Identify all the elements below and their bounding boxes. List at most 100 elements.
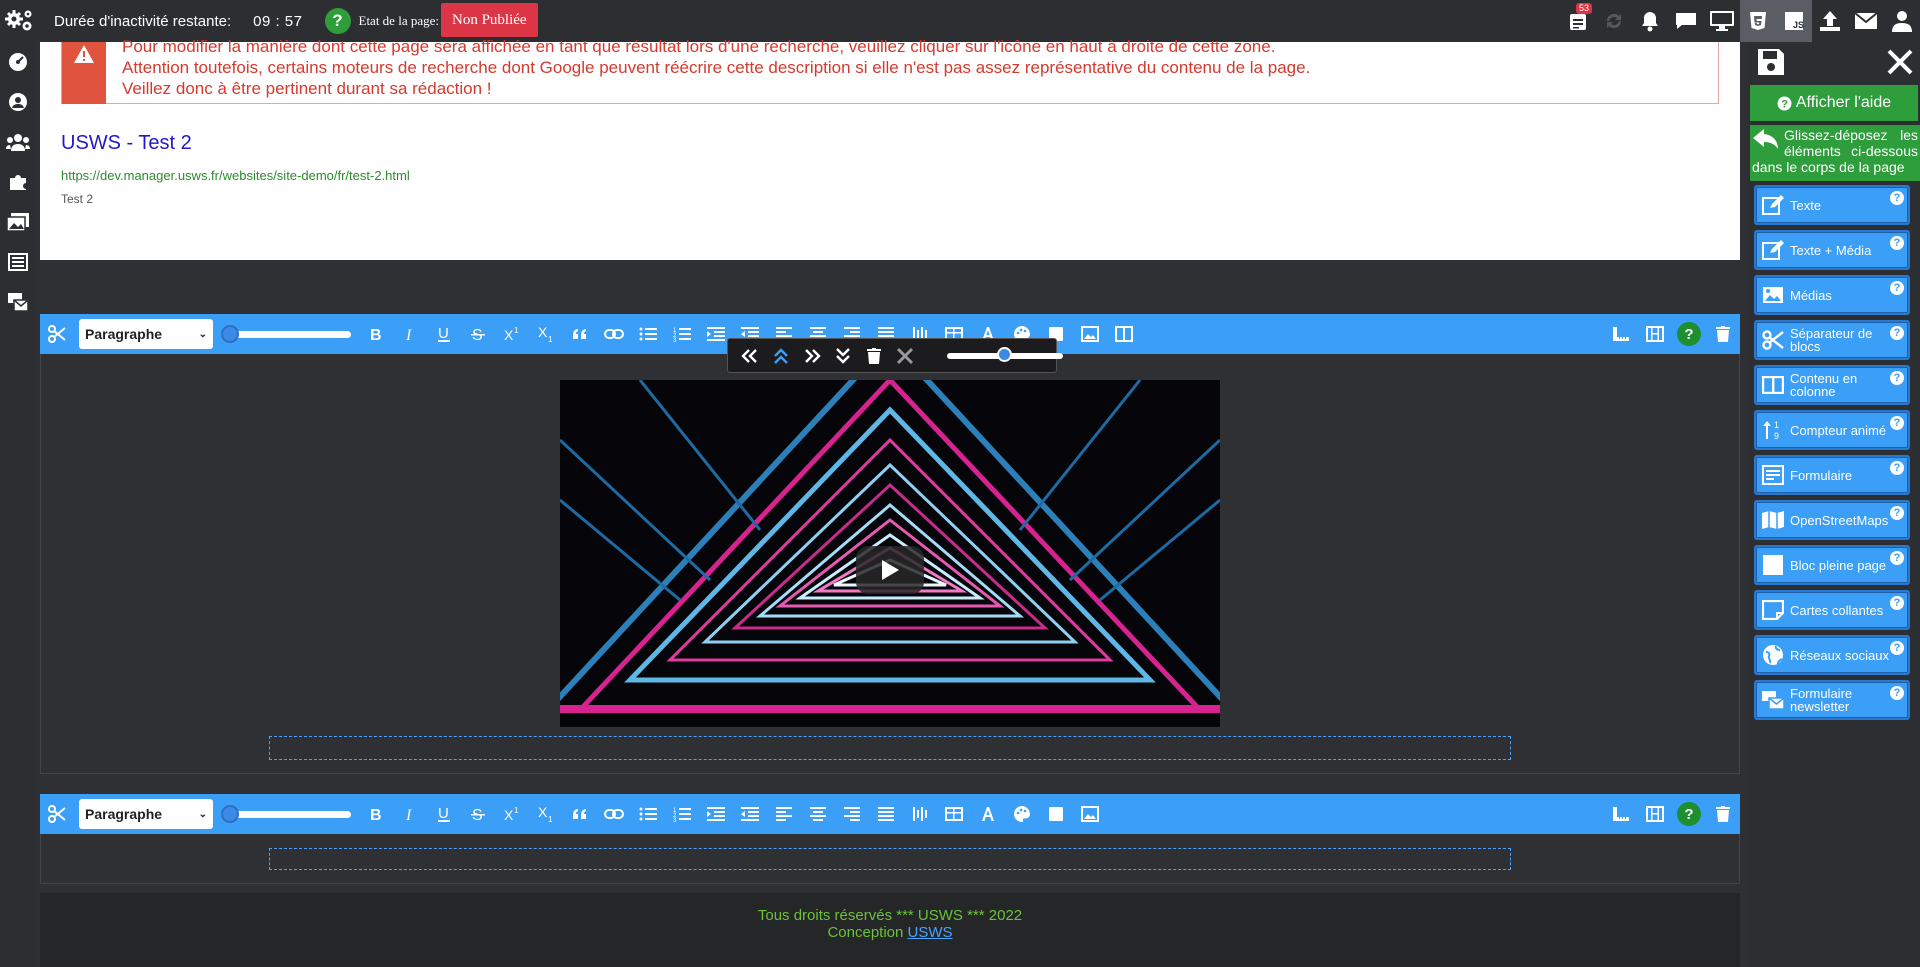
help-icon[interactable]: ? (1672, 794, 1706, 834)
palette-item-cartes-collantes[interactable]: Cartes collantes ? (1754, 590, 1910, 630)
question-icon[interactable]: ? (1890, 551, 1904, 565)
puzzle-icon[interactable] (0, 162, 36, 202)
indent-icon[interactable] (699, 794, 733, 834)
question-icon[interactable]: ? (1890, 596, 1904, 610)
user-circle-icon[interactable] (0, 82, 36, 122)
palette-icon[interactable] (1005, 794, 1039, 834)
chat-icon[interactable] (1668, 0, 1704, 42)
film-icon[interactable] (1638, 314, 1672, 354)
empty-dropzone-1[interactable] (269, 736, 1511, 760)
bullet-list-icon[interactable] (631, 794, 665, 834)
vertical-align-icon[interactable] (903, 794, 937, 834)
align-justify-icon[interactable] (869, 794, 903, 834)
question-icon[interactable]: ? (1890, 236, 1904, 250)
js-icon[interactable]: JS (1776, 0, 1812, 42)
subscript-icon[interactable]: X1 (529, 794, 563, 834)
question-icon[interactable]: ? (1890, 416, 1904, 430)
question-icon[interactable]: ? (1890, 371, 1904, 385)
scissors-icon[interactable] (40, 314, 74, 354)
question-icon[interactable]: ? (1890, 326, 1904, 340)
palette-item-compteur[interactable]: 19 Compteur animé ? (1754, 410, 1910, 450)
italic-icon[interactable]: I (393, 794, 427, 834)
video-embed[interactable] (560, 380, 1220, 727)
ruler-icon[interactable] (1604, 794, 1638, 834)
settings-gear-icon[interactable] (0, 0, 40, 42)
double-left-chevron-icon[interactable] (734, 338, 765, 373)
images-icon[interactable] (0, 202, 36, 242)
double-up-chevron-icon[interactable] (765, 338, 796, 373)
palette-item-formulaire-newsletter[interactable]: Formulaire newsletter ? (1754, 680, 1910, 720)
paragraph-format-select[interactable]: Paragraphe ⌄ (79, 799, 213, 829)
align-left-icon[interactable] (767, 794, 801, 834)
font-size-slider[interactable] (221, 325, 351, 343)
trash-icon[interactable] (1706, 314, 1740, 354)
align-center-icon[interactable] (801, 794, 835, 834)
bold-icon[interactable]: B (359, 794, 393, 834)
font-icon[interactable] (971, 794, 1005, 834)
play-icon[interactable] (856, 546, 924, 594)
columns-icon[interactable] (1107, 314, 1141, 354)
mail-bulk-icon[interactable] (0, 282, 36, 322)
image-icon[interactable] (1073, 314, 1107, 354)
question-icon[interactable]: ? (1890, 686, 1904, 700)
desktop-icon[interactable] (1704, 0, 1740, 42)
question-icon[interactable]: ? (1890, 641, 1904, 655)
sync-icon[interactable] (1596, 0, 1632, 42)
dashboard-icon[interactable] (0, 42, 36, 82)
media-size-slider[interactable] (946, 346, 1063, 362)
underline-icon[interactable]: U (427, 794, 461, 834)
tasks-icon[interactable]: 53 (1560, 0, 1596, 42)
close-icon[interactable] (890, 338, 921, 373)
numbered-list-icon[interactable]: 123 (665, 314, 699, 354)
palette-item-texte-media[interactable]: Texte + Média ? (1754, 230, 1910, 270)
help-icon[interactable]: ? (1672, 314, 1706, 354)
square-icon[interactable] (1039, 794, 1073, 834)
scissors-icon[interactable] (40, 794, 74, 834)
bell-icon[interactable] (1632, 0, 1668, 42)
link-icon[interactable] (597, 794, 631, 834)
superscript-icon[interactable]: X1 (495, 794, 529, 834)
question-icon[interactable]: ? (1890, 506, 1904, 520)
html5-icon[interactable] (1740, 0, 1776, 42)
palette-item-texte[interactable]: Texte ? (1754, 185, 1910, 225)
palette-item-separateur[interactable]: Séparateur de blocs ? (1754, 320, 1910, 360)
save-icon[interactable] (1756, 47, 1786, 77)
outdent-icon[interactable] (733, 794, 767, 834)
footer-usws-link[interactable]: USWS (908, 924, 953, 941)
quote-icon[interactable] (563, 794, 597, 834)
question-icon[interactable]: ? (1890, 281, 1904, 295)
italic-icon[interactable]: I (393, 314, 427, 354)
newspaper-icon[interactable] (0, 242, 36, 282)
empty-dropzone-2[interactable] (269, 848, 1511, 870)
quote-icon[interactable] (563, 314, 597, 354)
close-icon[interactable] (1886, 48, 1914, 76)
palette-item-contenu-colonne[interactable]: Contenu en colonne ? (1754, 365, 1910, 405)
palette-item-medias[interactable]: Médias ? (1754, 275, 1910, 315)
strikethrough-icon[interactable]: S (461, 314, 495, 354)
palette-item-bloc-pleine-page[interactable]: Bloc pleine page ? (1754, 545, 1910, 585)
user-icon[interactable] (1884, 0, 1920, 42)
trash-icon[interactable] (858, 338, 889, 373)
table-icon[interactable] (937, 794, 971, 834)
subscript-icon[interactable]: X1 (529, 314, 563, 354)
paragraph-format-select[interactable]: Paragraphe ⌄ (79, 319, 213, 349)
users-icon[interactable] (0, 122, 36, 162)
font-size-slider[interactable] (221, 805, 351, 823)
palette-item-openstreetmaps[interactable]: OpenStreetMaps ? (1754, 500, 1910, 540)
bullet-list-icon[interactable] (631, 314, 665, 354)
double-right-chevron-icon[interactable] (796, 338, 827, 373)
align-right-icon[interactable] (835, 794, 869, 834)
ruler-icon[interactable] (1604, 314, 1638, 354)
mail-icon[interactable] (1848, 0, 1884, 42)
strikethrough-icon[interactable]: S (461, 794, 495, 834)
numbered-list-icon[interactable]: 123 (665, 794, 699, 834)
question-icon[interactable]: ? (1890, 461, 1904, 475)
upload-icon[interactable] (1812, 0, 1848, 42)
link-icon[interactable] (597, 314, 631, 354)
palette-item-formulaire[interactable]: Formulaire ? (1754, 455, 1910, 495)
page-status-badge[interactable]: Non Publiée (441, 3, 538, 37)
show-help-button[interactable]: ? Afficher l'aide (1750, 85, 1918, 121)
double-down-chevron-icon[interactable] (827, 338, 858, 373)
bold-icon[interactable]: B (359, 314, 393, 354)
superscript-icon[interactable]: X1 (495, 314, 529, 354)
